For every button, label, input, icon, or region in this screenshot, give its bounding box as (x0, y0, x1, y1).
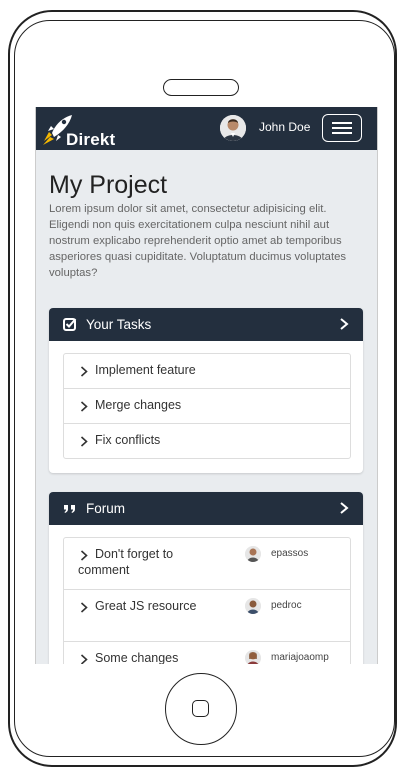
phone-screen: Direkt John Doe My Project Lorem ipsum d… (35, 107, 378, 664)
chevron-right-icon (80, 366, 88, 377)
task-item[interactable]: Fix conflicts (64, 424, 350, 458)
brand-name: Direkt (66, 130, 116, 149)
forum-topic-title[interactable]: Don't forget to comment (78, 546, 208, 578)
task-item[interactable]: Implement feature (64, 354, 350, 389)
task-label: Implement feature (95, 363, 196, 377)
check-square-icon (63, 318, 77, 331)
hamburger-menu-icon (332, 122, 352, 124)
forum-topic-title[interactable]: Great JS resource (78, 598, 208, 614)
forum-card-title: Forum (86, 501, 126, 516)
task-item[interactable]: Merge changes (64, 389, 350, 424)
chevron-right-icon (80, 436, 88, 447)
chevron-right-icon[interactable] (338, 500, 350, 516)
tasks-card: Your Tasks Implement feature Merge chang… (49, 308, 363, 473)
page-header: My Project Lorem ipsum dolor sit amet, c… (49, 171, 369, 281)
chevron-right-icon[interactable] (338, 316, 350, 332)
user-avatar (245, 598, 261, 614)
hamburger-line (332, 127, 352, 129)
quote-icon (64, 505, 75, 513)
user-avatar (245, 546, 261, 562)
forum-list: Don't forget to comment epassos Great JS… (63, 537, 351, 664)
avatar-image-icon (245, 598, 261, 614)
forum-card: Forum Don't forget to comment epassos Gr… (49, 492, 363, 664)
page-title: My Project (49, 171, 168, 199)
avatar-image-icon (245, 650, 261, 664)
forum-item[interactable]: Some changes mariajoaomp (64, 642, 350, 664)
tasks-card-title: Your Tasks (86, 317, 152, 332)
home-button[interactable] (165, 673, 237, 745)
task-list: Implement feature Merge changes Fix conf… (63, 353, 351, 459)
forum-card-header[interactable]: Forum (49, 492, 363, 525)
navbar: Direkt John Doe (36, 107, 377, 150)
user-avatar[interactable] (220, 115, 246, 141)
phone-speaker (163, 79, 239, 96)
task-label: Fix conflicts (95, 433, 161, 447)
hamburger-line (332, 132, 352, 134)
user-avatar (245, 650, 261, 664)
hamburger-menu-button[interactable] (322, 114, 362, 142)
avatar-image-icon (220, 115, 246, 141)
forum-topic-title[interactable]: Some changes (78, 650, 208, 664)
chevron-right-icon (80, 401, 88, 412)
home-square-icon (192, 700, 209, 717)
forum-username[interactable]: mariajoaomp (271, 652, 329, 663)
task-label: Merge changes (95, 398, 182, 412)
page-description: Lorem ipsum dolor sit amet, consectetur … (49, 203, 347, 279)
user-name[interactable]: John Doe (259, 120, 310, 134)
forum-username[interactable]: pedroc (271, 600, 302, 611)
brand-logo[interactable]: Direkt (40, 111, 130, 149)
forum-item[interactable]: Great JS resource pedroc (64, 590, 350, 642)
forum-username[interactable]: epassos (271, 548, 308, 559)
forum-item[interactable]: Don't forget to comment epassos (64, 538, 350, 590)
avatar-image-icon (245, 546, 261, 562)
tasks-card-header[interactable]: Your Tasks (49, 308, 363, 341)
